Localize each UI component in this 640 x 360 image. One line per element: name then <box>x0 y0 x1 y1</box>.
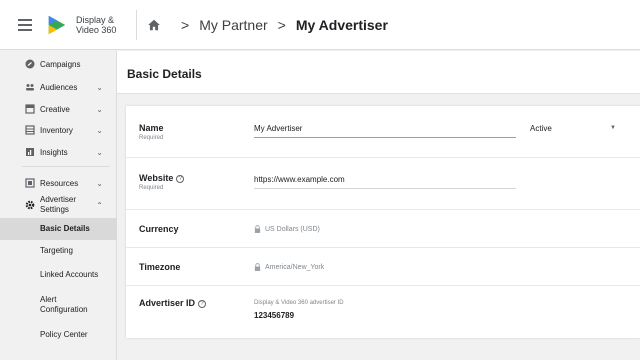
resources-icon <box>24 177 36 189</box>
name-input[interactable]: My Advertiser <box>254 124 516 138</box>
timezone-value-text: America/New_York <box>265 263 325 271</box>
sidebar-item-label: Audiences <box>40 82 78 92</box>
topbar-divider <box>136 9 137 40</box>
currency-value: US Dollars (USD) <box>254 225 320 233</box>
page-header: Basic Details <box>117 51 640 94</box>
chevron-down-icon: ⌄ <box>96 104 103 114</box>
currency-row: Currency US Dollars (USD) <box>126 210 640 248</box>
sidebar-item-label: Creative <box>40 104 70 114</box>
sidebar-item-label: Advertiser Settings <box>40 195 77 214</box>
advertiser-id-caption: Display & Video 360 advertiser ID <box>254 300 344 306</box>
advertiser-id-label: Advertiser ID? <box>139 298 207 308</box>
status-select-value: Active <box>530 124 552 133</box>
sidebar-subitem-targeting[interactable]: Targeting <box>0 243 117 259</box>
sidebar-subitem-basic-details[interactable]: Basic Details <box>0 218 117 240</box>
sidebar-item-resources[interactable]: Resources ⌄ <box>0 176 117 190</box>
name-label: Name <box>139 123 164 133</box>
advertiser-id-value: 123456789 <box>254 311 295 320</box>
creative-icon <box>24 103 36 115</box>
lock-icon <box>254 263 261 271</box>
currency-label: Currency <box>139 224 179 234</box>
sidebar-nav: Campaigns Audiences ⌄ Creative ⌄ Invento… <box>0 51 117 360</box>
inventory-icon <box>24 124 36 136</box>
help-icon[interactable]: ? <box>176 175 185 183</box>
sidebar-item-label: Campaigns <box>40 59 81 69</box>
sidebar-item-insights[interactable]: Insights ⌄ <box>0 145 117 159</box>
timezone-row: Timezone America/New_York <box>126 248 640 286</box>
sidebar-item-label: Inventory <box>40 125 73 135</box>
name-row: Name Required My Advertiser Active ▼ <box>126 106 640 158</box>
settings-gear-icon <box>24 199 36 211</box>
sidebar-subitem-alert-configuration[interactable]: Alert Configuration <box>0 293 90 317</box>
sidebar-item-campaigns[interactable]: Campaigns <box>0 57 117 71</box>
website-input[interactable]: https://www.example.com <box>254 175 516 189</box>
dv360-logo-icon <box>48 15 66 34</box>
sidebar-item-audiences[interactable]: Audiences ⌄ <box>0 80 117 94</box>
breadcrumb-separator-icon: > <box>181 16 190 33</box>
timezone-value: America/New_York <box>254 263 324 271</box>
website-required-label: Required <box>139 185 164 191</box>
top-app-bar: Display & Video 360 > My Partner > My Ad… <box>0 0 640 50</box>
app-name-line2: Video 360 <box>76 24 117 35</box>
home-icon[interactable] <box>147 18 161 32</box>
currency-value-text: US Dollars (USD) <box>265 225 320 233</box>
page-title: Basic Details <box>127 67 202 81</box>
app-name: Display & Video 360 <box>76 15 124 35</box>
chevron-down-icon: ⌄ <box>96 147 103 157</box>
app-name-line1: Display & <box>76 14 115 25</box>
basic-details-form: Name Required My Advertiser Active ▼ Web… <box>126 106 640 338</box>
chevron-down-icon: ⌄ <box>96 125 103 135</box>
insights-icon <box>24 146 36 158</box>
sidebar-item-label: Insights <box>40 147 68 157</box>
help-icon[interactable]: ? <box>198 300 207 308</box>
app-logo[interactable]: Display & Video 360 <box>46 14 124 36</box>
audiences-icon <box>24 81 36 93</box>
lock-icon <box>254 225 261 233</box>
sidebar-divider <box>22 166 110 167</box>
sidebar-subitem-policy-center[interactable]: Policy Center <box>0 327 117 343</box>
website-label: Website? <box>139 173 185 183</box>
chevron-down-icon: ⌄ <box>96 82 103 92</box>
chevron-up-icon: ⌃ <box>96 200 103 210</box>
sidebar-subitem-linked-accounts[interactable]: Linked Accounts <box>0 267 117 283</box>
chevron-down-icon: ⌄ <box>96 178 103 188</box>
campaigns-icon <box>24 58 36 70</box>
dropdown-arrow-icon: ▼ <box>610 125 616 131</box>
breadcrumb-partner[interactable]: My Partner <box>199 17 267 33</box>
name-required-label: Required <box>139 135 164 141</box>
breadcrumb-separator-icon: > <box>277 16 286 33</box>
menu-icon[interactable] <box>18 16 32 34</box>
sidebar-item-label: Resources <box>40 178 79 188</box>
timezone-label: Timezone <box>139 262 181 272</box>
advertiser-id-label-text: Advertiser ID <box>139 298 196 308</box>
advertiser-id-row: Advertiser ID? Display & Video 360 adver… <box>126 286 640 338</box>
website-row: Website? Required https://www.example.co… <box>126 158 640 210</box>
website-label-text: Website <box>139 173 174 183</box>
status-select[interactable]: Active ▼ <box>530 124 616 133</box>
breadcrumb-advertiser[interactable]: My Advertiser <box>296 17 388 33</box>
sidebar-item-advertiser-settings[interactable]: Advertiser Settings ⌃ <box>0 194 117 216</box>
sidebar-item-inventory[interactable]: Inventory ⌄ <box>0 123 117 137</box>
sidebar-item-creative[interactable]: Creative ⌄ <box>0 102 117 116</box>
